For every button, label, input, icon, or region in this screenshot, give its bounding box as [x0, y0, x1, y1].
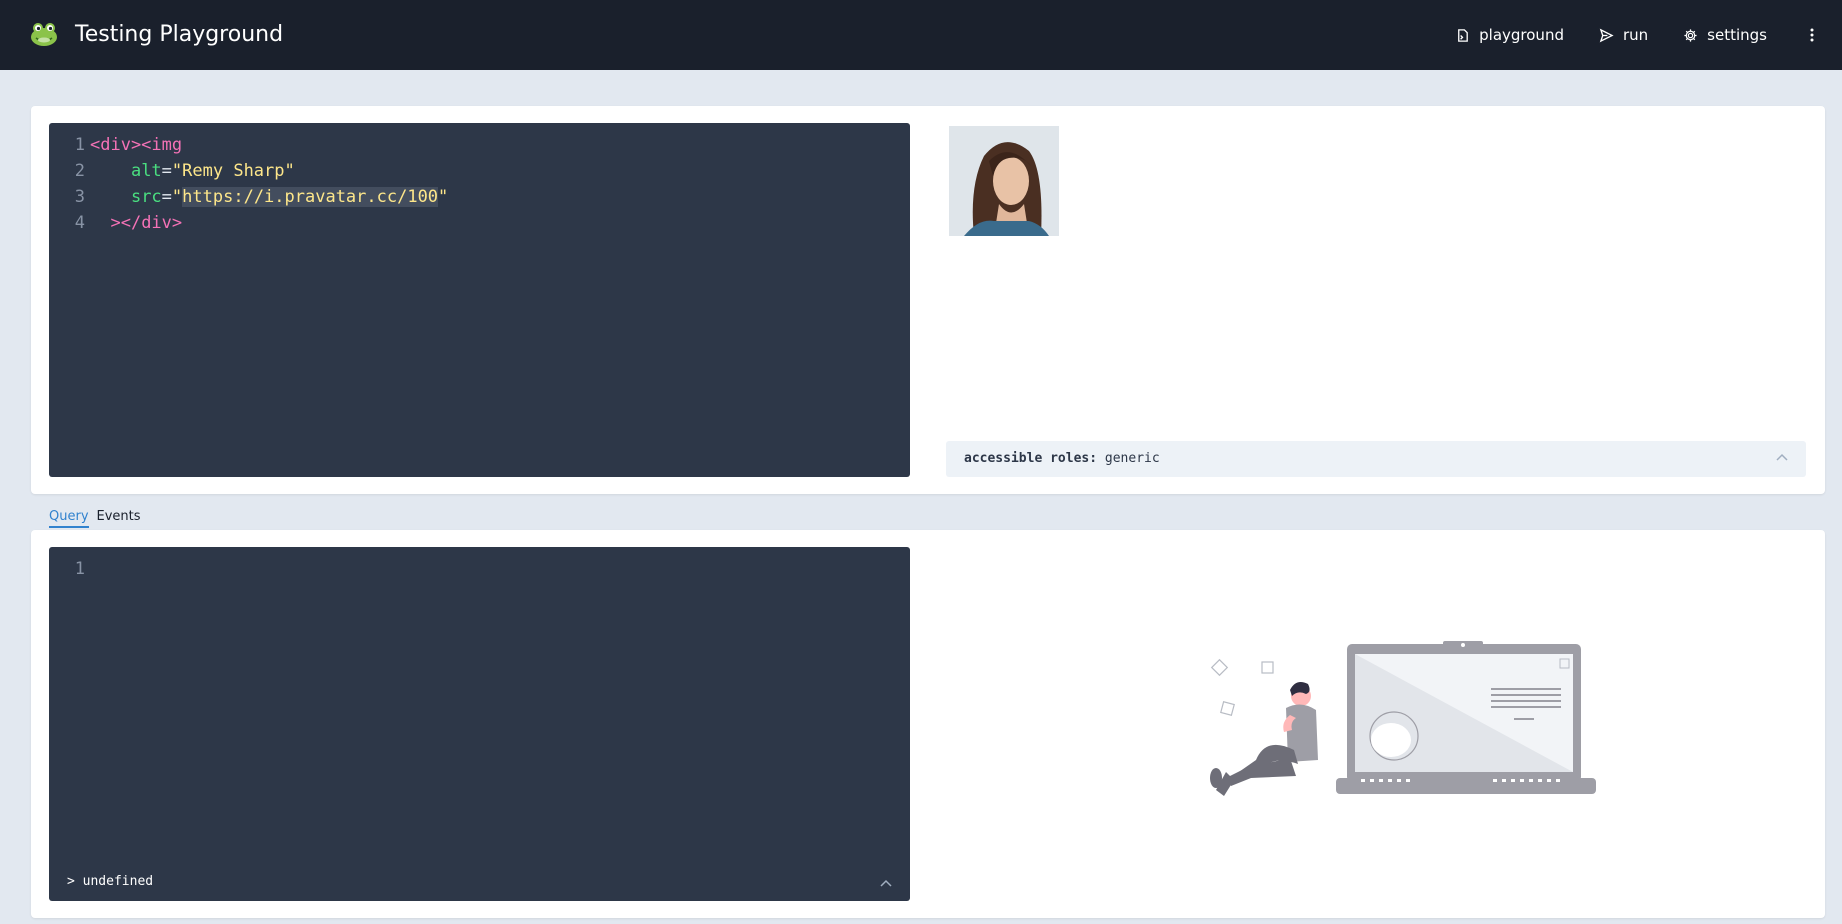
chevron-up-icon[interactable]	[880, 879, 892, 887]
line-number: 3	[74, 187, 85, 207]
code-string: "	[171, 187, 183, 207]
playground-icon	[1458, 28, 1468, 42]
avatar-photo	[949, 126, 1059, 236]
gear-icon	[1684, 28, 1697, 42]
query-panel: 1 > undefined	[31, 530, 1825, 918]
line-number: 4	[74, 213, 85, 233]
query-tabs: Query Events	[49, 508, 149, 528]
more-menu-button[interactable]	[1802, 20, 1822, 50]
tab-events[interactable]: Events	[97, 508, 141, 528]
empty-state-illustration	[1210, 641, 1596, 796]
code-string: "	[438, 187, 449, 207]
code-string: "Remy Sharp"	[171, 161, 295, 181]
line-number: 2	[74, 161, 85, 181]
line-number: 1	[74, 135, 85, 155]
frog-logo-icon	[31, 23, 57, 46]
code-attr: alt	[130, 161, 162, 181]
chevron-up-icon[interactable]	[1776, 453, 1788, 461]
settings-button[interactable]: settings	[1683, 26, 1767, 44]
avatar	[949, 126, 1059, 236]
top-nav: playground run settings	[1455, 0, 1822, 70]
code-line: 3 src="https://i.pravatar.cc/100"	[49, 184, 448, 210]
accessible-roles-bar[interactable]: accessible roles: generic	[946, 441, 1806, 477]
playground-link[interactable]: playground	[1455, 26, 1564, 44]
top-bar: Testing Playground playground run settin…	[0, 0, 1842, 70]
code-attr: src	[130, 187, 162, 207]
roles-value: generic	[1104, 451, 1160, 466]
tab-query[interactable]: Query	[49, 508, 89, 528]
code-tag: <div><img	[90, 135, 183, 155]
app-title: Testing Playground	[75, 22, 284, 47]
query-editor[interactable]: 1 > undefined	[49, 547, 910, 901]
code-line: 1 <div><img	[49, 132, 182, 158]
settings-button-label: settings	[1707, 26, 1767, 44]
markup-editor[interactable]: 1 <div><img 2 alt="Remy Sharp" 3 src="htt…	[49, 123, 910, 477]
code-line: 2 alt="Remy Sharp"	[49, 158, 295, 184]
playground-link-label: playground	[1479, 26, 1564, 44]
run-button-label: run	[1622, 26, 1649, 44]
send-icon	[1599, 28, 1614, 42]
code-tag: ></div>	[110, 213, 183, 233]
code-eq: =	[161, 161, 172, 181]
code-url[interactable]: https://i.pravatar.cc/100	[182, 187, 439, 207]
query-result: > undefined	[67, 874, 154, 889]
code-line: 1	[49, 556, 90, 582]
roles-label: accessible roles:	[964, 451, 1098, 466]
code-line: 4 ></div>	[49, 210, 182, 236]
markup-panel: 1 <div><img 2 alt="Remy Sharp" 3 src="htt…	[31, 106, 1825, 494]
code-eq: =	[161, 187, 172, 207]
kebab-menu-icon	[1810, 28, 1814, 42]
line-number: 1	[74, 559, 85, 579]
run-button[interactable]: run	[1599, 26, 1648, 44]
